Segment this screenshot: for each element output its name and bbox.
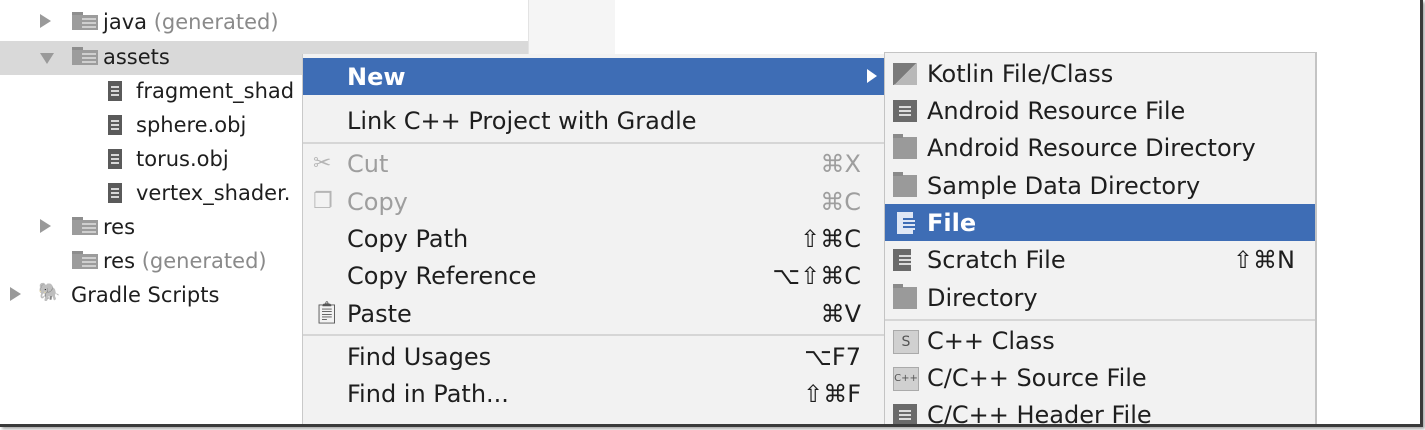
submenu-item-label: Android Resource File xyxy=(927,97,1186,125)
scratch-file-icon xyxy=(893,249,911,271)
tree-item-label: torus.obj xyxy=(136,147,229,171)
menu-item-shortcut: ⌥⇧⌘C xyxy=(772,262,861,290)
menu-item-cut[interactable]: ✂ Cut ⌘X xyxy=(303,145,885,182)
collapse-arrow-icon[interactable] xyxy=(40,53,54,64)
file-icon xyxy=(108,149,122,169)
cpp-source-icon: C++ xyxy=(893,367,919,391)
cpp-header-icon xyxy=(893,404,917,424)
submenu-item-scratch-file[interactable]: Scratch File ⇧⌘N xyxy=(885,241,1315,278)
submenu-item-label: Kotlin File/Class xyxy=(927,60,1114,88)
file-icon xyxy=(897,212,915,234)
menu-item-find-usages[interactable]: Find Usages ⌥F7 xyxy=(303,338,885,375)
screenshot-frame: java (generated) assets fragment_shad sp… xyxy=(0,0,1423,427)
submenu-item-file[interactable]: File xyxy=(885,204,1315,241)
clipboard-icon: 📋︎ xyxy=(313,301,341,326)
copy-icon: ❐ xyxy=(313,189,333,214)
tree-item-label: java xyxy=(103,10,147,34)
menu-item-new[interactable]: New xyxy=(303,58,885,95)
generated-folder-icon xyxy=(72,12,98,30)
menu-item-label: Link C++ Project with Gradle xyxy=(347,107,697,135)
submenu-item-android-resource-file[interactable]: Android Resource File xyxy=(885,92,1315,129)
folder-icon xyxy=(893,172,917,197)
expand-arrow-icon[interactable] xyxy=(40,219,51,233)
submenu-item-cpp-source-file[interactable]: C++ C/C++ Source File xyxy=(885,359,1315,396)
menu-item-shortcut: ⌘C xyxy=(820,188,861,216)
folder-icon xyxy=(893,284,917,309)
submenu-item-label: Scratch File xyxy=(927,246,1066,274)
tree-item-java-generated[interactable]: java (generated) xyxy=(0,6,528,40)
menu-item-shortcut: ⇧⌘F xyxy=(803,380,861,408)
submenu-item-label: File xyxy=(927,209,977,237)
menu-item-copy[interactable]: ❐ Copy ⌘C xyxy=(303,183,885,220)
menu-item-label: Copy xyxy=(347,188,408,216)
tree-item-label: sphere.obj xyxy=(136,113,247,137)
submenu-item-label: Directory xyxy=(927,284,1038,312)
context-menu: New Link C++ Project with Gradle ✂ Cut ⌘… xyxy=(302,54,885,424)
menu-item-label: Copy Path xyxy=(347,225,469,253)
tree-item-label: assets xyxy=(103,45,170,69)
menu-item-label: Find in Path... xyxy=(347,380,509,408)
menu-item-label: Find Usages xyxy=(347,343,492,371)
tree-item-label: vertex_shader. xyxy=(136,181,291,205)
menu-item-link-cpp-project[interactable]: Link C++ Project with Gradle xyxy=(303,102,885,139)
submenu-item-label: C/C++ Header File xyxy=(927,401,1152,427)
submenu-separator xyxy=(885,319,1315,321)
menu-item-shortcut: ⇧⌘C xyxy=(800,225,861,253)
menu-item-paste[interactable]: 📋︎ Paste ⌘V xyxy=(303,295,885,332)
gradle-icon: 🐘 xyxy=(38,282,61,303)
expand-arrow-icon[interactable] xyxy=(10,287,21,301)
submenu-item-cpp-header-file[interactable]: C/C++ Header File xyxy=(885,396,1315,427)
tree-item-label: fragment_shad xyxy=(136,79,295,103)
menu-item-label: Paste xyxy=(347,300,412,328)
menu-item-label: Copy Reference xyxy=(347,262,537,290)
menu-item-label: New xyxy=(347,63,406,91)
folder-icon xyxy=(72,47,98,65)
submenu-arrow-icon xyxy=(867,69,877,83)
folder-icon xyxy=(72,217,98,235)
submenu-item-label: C/C++ Source File xyxy=(927,364,1147,392)
menu-item-copy-reference[interactable]: Copy Reference ⌥⇧⌘C xyxy=(303,257,885,294)
menu-separator xyxy=(303,334,885,336)
folder-icon xyxy=(893,134,917,159)
menu-item-find-in-path[interactable]: Find in Path... ⇧⌘F xyxy=(303,375,885,412)
tree-item-label: Gradle Scripts xyxy=(71,283,220,307)
menu-item-label: Cut xyxy=(347,150,389,178)
scissors-icon: ✂ xyxy=(313,151,332,176)
submenu-item-directory[interactable]: Directory xyxy=(885,279,1315,316)
tree-item-label: res xyxy=(103,249,136,273)
expand-arrow-icon[interactable] xyxy=(40,14,51,28)
new-submenu: Kotlin File/Class Android Resource File … xyxy=(884,52,1317,427)
android-resource-file-icon xyxy=(893,100,917,122)
submenu-item-cpp-class[interactable]: S C++ Class xyxy=(885,322,1315,359)
menu-item-shortcut: ⌥F7 xyxy=(804,343,861,371)
submenu-item-shortcut: ⇧⌘N xyxy=(1232,246,1295,274)
menu-separator xyxy=(303,142,885,144)
folder-icon xyxy=(72,251,98,269)
submenu-item-label: Android Resource Directory xyxy=(927,134,1256,162)
menu-item-copy-path[interactable]: Copy Path ⇧⌘C xyxy=(303,220,885,257)
submenu-item-label: Sample Data Directory xyxy=(927,172,1201,200)
tree-item-suffix: (generated) xyxy=(141,249,267,273)
submenu-item-label: C++ Class xyxy=(927,327,1055,355)
file-icon xyxy=(108,183,122,203)
tree-item-suffix: (generated) xyxy=(153,10,279,34)
cpp-class-icon: S xyxy=(893,330,919,354)
submenu-item-kotlin-file[interactable]: Kotlin File/Class xyxy=(885,55,1315,92)
file-icon xyxy=(108,115,122,135)
submenu-item-sample-data-directory[interactable]: Sample Data Directory xyxy=(885,167,1315,204)
file-icon xyxy=(108,81,122,101)
submenu-item-android-resource-directory[interactable]: Android Resource Directory xyxy=(885,129,1315,166)
menu-item-shortcut: ⌘V xyxy=(820,300,861,328)
kotlin-icon xyxy=(893,63,917,85)
tree-item-label: res xyxy=(103,215,136,239)
menu-item-shortcut: ⌘X xyxy=(820,150,861,178)
